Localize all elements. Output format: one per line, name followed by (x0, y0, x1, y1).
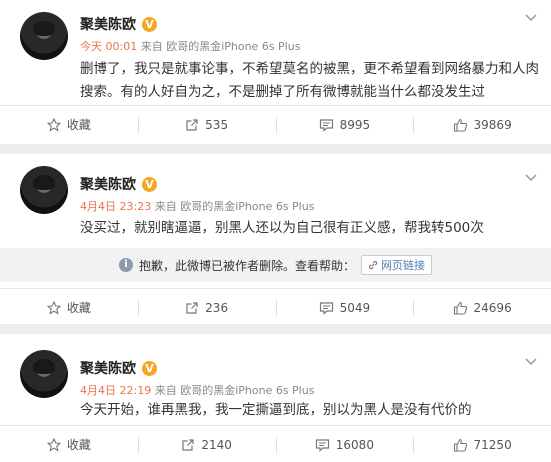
info-icon: i (118, 258, 133, 272)
post-author[interactable]: 聚美陈欧 V (80, 174, 157, 194)
notice-text: 抱歉，此微博已被作者删除。查看帮助： (138, 258, 355, 273)
star-icon (46, 437, 61, 452)
vip-badge-icon: V (142, 176, 157, 192)
comment-icon (319, 301, 333, 315)
username[interactable]: 聚美陈欧 (80, 358, 136, 378)
chevron-down-icon[interactable] (525, 358, 537, 366)
weibo-post-1: 聚美陈欧 V 今天 00:01 来自 欧哥的黑金iPhone 6s Plus 删… (0, 0, 551, 144)
web-link-button[interactable]: 网页链接 (361, 255, 432, 275)
comment-icon (319, 118, 333, 132)
favorite-button[interactable]: 收藏 (0, 289, 138, 326)
username[interactable]: 聚美陈欧 (80, 174, 136, 194)
web-link-label: 网页链接 (381, 259, 425, 272)
chevron-down-icon[interactable] (525, 14, 537, 22)
post-meta: 今天 00:01 来自 欧哥的黑金iPhone 6s Plus (80, 38, 300, 54)
post-time[interactable]: 4月4日 23:23 (80, 200, 151, 213)
post-source: 来自 欧哥的黑金iPhone 6s Plus (137, 40, 301, 53)
like-button[interactable]: 39869 (413, 106, 551, 143)
like-count: 39869 (473, 117, 512, 132)
repost-count: 535 (205, 117, 229, 132)
star-icon (46, 300, 61, 315)
post-content: 删博了，我只是就事论事，不希望莫名的被黑，更不希望看到网络暴力和人肉搜索。有的人… (80, 61, 539, 100)
repost-count: 236 (205, 300, 229, 315)
post-time[interactable]: 今天 00:01 (80, 40, 137, 53)
comment-icon (315, 438, 329, 452)
repost-icon (182, 438, 194, 451)
favorite-label: 收藏 (66, 301, 91, 315)
like-count: 24696 (473, 300, 512, 315)
post-content: 没买过，就别瞎逼逼，别黑人还以为自己很有正义感，帮我转500次 (80, 220, 484, 236)
action-bar: 收藏 236 5049 24696 (0, 288, 551, 326)
favorite-button[interactable]: 收藏 (0, 426, 138, 462)
post-source: 来自 欧哥的黑金iPhone 6s Plus (151, 200, 315, 213)
star-icon (46, 117, 61, 132)
weibo-post-3: 聚美陈欧 V 4月4日 22:19 来自 欧哥的黑金iPhone 6s Plus… (0, 334, 551, 462)
username[interactable]: 聚美陈欧 (80, 14, 136, 34)
comment-button[interactable]: 5049 (275, 289, 414, 326)
link-icon (369, 261, 378, 270)
favorite-button[interactable]: 收藏 (0, 106, 138, 143)
post-meta: 4月4日 23:23 来自 欧哥的黑金iPhone 6s Plus (80, 198, 314, 214)
thumbs-up-icon (453, 438, 467, 452)
comment-count: 16080 (335, 437, 374, 452)
repost-icon (186, 301, 198, 314)
repost-button[interactable]: 236 (137, 289, 276, 326)
post-author[interactable]: 聚美陈欧 V (80, 14, 157, 34)
post-author[interactable]: 聚美陈欧 V (80, 358, 157, 378)
vip-badge-icon: V (142, 16, 157, 32)
action-bar: 收藏 535 8995 39869 (0, 105, 551, 143)
chevron-down-icon[interactable] (525, 174, 537, 182)
repost-icon (186, 118, 198, 131)
deleted-repost-notice: i 抱歉，此微博已被作者删除。查看帮助： 网页链接 (0, 248, 551, 282)
action-bar: 收藏 2140 16080 71250 (0, 425, 551, 462)
post-time[interactable]: 4月4日 22:19 (80, 384, 151, 397)
weibo-post-2: 聚美陈欧 V 4月4日 23:23 来自 欧哥的黑金iPhone 6s Plus… (0, 154, 551, 324)
thumbs-up-icon (453, 301, 467, 315)
vip-badge-icon: V (142, 360, 157, 376)
repost-button[interactable]: 2140 (137, 426, 276, 462)
avatar[interactable] (20, 166, 68, 214)
post-source: 来自 欧哥的黑金iPhone 6s Plus (151, 384, 315, 397)
comment-button[interactable]: 8995 (275, 106, 414, 143)
like-button[interactable]: 24696 (413, 289, 551, 326)
post-content: 今天开始，谁再黑我，我一定撕逼到底，别以为黑人是没有代价的 (80, 402, 472, 418)
avatar[interactable] (20, 12, 68, 60)
comment-button[interactable]: 16080 (275, 426, 414, 462)
like-button[interactable]: 71250 (413, 426, 551, 462)
favorite-label: 收藏 (66, 118, 91, 132)
comment-count: 8995 (339, 117, 371, 132)
favorite-label: 收藏 (66, 438, 91, 452)
thumbs-up-icon (453, 118, 467, 132)
repost-count: 2140 (201, 437, 232, 452)
repost-button[interactable]: 535 (137, 106, 276, 143)
avatar[interactable] (20, 350, 68, 398)
comment-count: 5049 (339, 300, 371, 315)
like-count: 71250 (473, 437, 512, 452)
post-meta: 4月4日 22:19 来自 欧哥的黑金iPhone 6s Plus (80, 382, 314, 398)
